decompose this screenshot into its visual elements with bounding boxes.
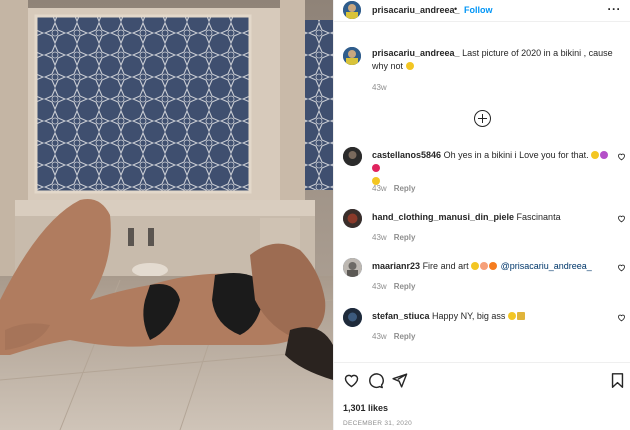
comment-meta: 43w Reply: [372, 332, 415, 341]
winking-emoji-icon: [591, 151, 600, 159]
comment-item: maarianr23 Fire and art @prisacariu_andr…: [334, 258, 630, 306]
caption-avatar[interactable]: [343, 47, 361, 65]
comment-meta: 43w Reply: [372, 184, 415, 193]
caption-username[interactable]: prisacariu_andreea_: [372, 48, 460, 58]
comment-body: Fascinanta: [516, 212, 561, 222]
post-header: prisacariu_andreea_ • Follow ···: [334, 0, 630, 22]
caption-timestamp[interactable]: 43w: [372, 83, 387, 92]
post-panel: prisacariu_andreea_ • Follow ··· prisaca…: [333, 0, 630, 430]
comment-body: Fire and art: [422, 261, 469, 271]
heart-icon[interactable]: [343, 372, 360, 389]
comment-text: hand_clothing_manusi_din_piele Fascinant…: [372, 211, 610, 224]
laughing-emoji-icon: [405, 62, 414, 70]
comment-timestamp[interactable]: 43w: [372, 332, 387, 341]
paper-plane-icon[interactable]: [391, 372, 408, 389]
laughing-emoji-icon: [507, 312, 516, 320]
comment-timestamp[interactable]: 43w: [372, 282, 387, 291]
comment-meta: 43w Reply: [372, 282, 415, 291]
reply-button[interactable]: Reply: [394, 184, 416, 193]
plus-circle-icon[interactable]: [474, 110, 491, 127]
comment-heart-icon[interactable]: [617, 152, 626, 161]
author-avatar[interactable]: [343, 1, 361, 19]
comment-heart-icon[interactable]: [617, 313, 626, 322]
comment-username[interactable]: maarianr23: [372, 261, 420, 271]
comment-heart-icon[interactable]: [617, 214, 626, 223]
comment-mention[interactable]: @prisacariu_andreea_: [501, 261, 592, 271]
reply-button[interactable]: Reply: [394, 332, 416, 341]
comment-username[interactable]: castellanos5846: [372, 150, 441, 160]
reply-button[interactable]: Reply: [394, 282, 416, 291]
commenter-avatar[interactable]: [343, 308, 362, 327]
comment-meta: 43w Reply: [372, 233, 415, 242]
action-bar: 1,301 likes DECEMBER 31, 2020: [334, 362, 630, 430]
fire-emoji-icon: [489, 262, 498, 270]
separator-dot: •: [454, 4, 458, 14]
commenter-avatar[interactable]: [343, 209, 362, 228]
comment-body: Happy NY, big ass: [432, 311, 506, 321]
post-photo[interactable]: [0, 0, 333, 430]
comment-item: stefan_stiuca Happy NY, big ass 43w Reply: [334, 308, 630, 356]
caption-text: prisacariu_andreea_ Last picture of 2020…: [372, 47, 622, 73]
heart-emoji-icon: [372, 164, 380, 172]
comment-item: hand_clothing_manusi_din_piele Fascinant…: [334, 209, 630, 257]
comment-text: stefan_stiuca Happy NY, big ass: [372, 310, 610, 323]
comment-body: Oh yes in a bikini i Love you for that.: [443, 150, 589, 160]
peach-emoji-icon: [480, 262, 489, 270]
reply-button[interactable]: Reply: [394, 233, 416, 242]
follow-button[interactable]: Follow: [464, 5, 493, 15]
trophy-emoji-icon: [516, 312, 525, 320]
comment-text: castellanos5846 Oh yes in a bikini i Lov…: [372, 149, 610, 188]
likes-count[interactable]: 1,301 likes: [343, 403, 388, 413]
commenter-avatar[interactable]: [343, 258, 362, 277]
comment-icon[interactable]: [367, 372, 384, 389]
comment-timestamp[interactable]: 43w: [372, 184, 387, 193]
more-options-icon[interactable]: ···: [608, 2, 622, 16]
comment-text: maarianr23 Fire and art @prisacariu_andr…: [372, 260, 610, 273]
devil-emoji-icon: [600, 151, 609, 159]
bookmark-icon[interactable]: [609, 372, 626, 389]
comment-heart-icon[interactable]: [617, 263, 626, 272]
post-date: DECEMBER 31, 2020: [343, 420, 413, 427]
comment-timestamp[interactable]: 43w: [372, 233, 387, 242]
post-image: [0, 0, 333, 430]
heart-eyes-emoji-icon: [471, 262, 480, 270]
comment-item: castellanos5846 Oh yes in a bikini i Lov…: [334, 147, 630, 195]
comment-username[interactable]: hand_clothing_manusi_din_piele: [372, 212, 514, 222]
commenter-avatar[interactable]: [343, 147, 362, 166]
comment-username[interactable]: stefan_stiuca: [372, 311, 430, 321]
author-username[interactable]: prisacariu_andreea_: [372, 5, 460, 15]
